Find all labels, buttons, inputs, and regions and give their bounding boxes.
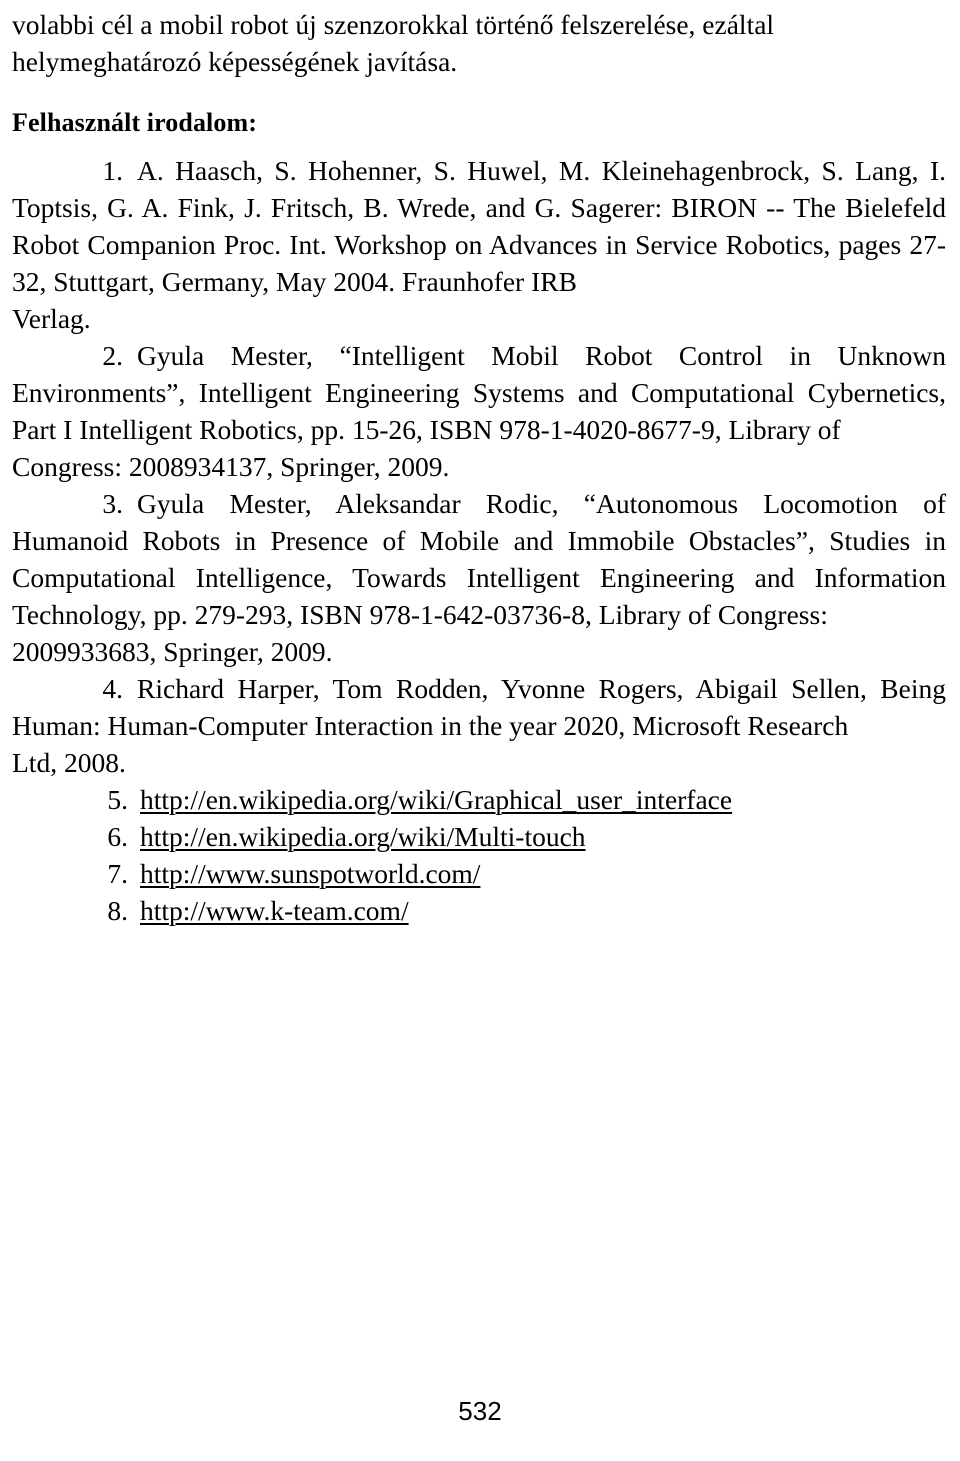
reference-item-6: 6. http://en.wikipedia.org/wiki/Multi-tou… [12,818,946,855]
reference-text: Richard Harper, Tom Rodden, Yvonne Roger… [12,673,946,741]
reference-item-2: 2. Gyula Mester, “Intelligent Mobil Robot… [12,337,946,485]
reference-number: 4. [102,673,123,704]
reference-number: 6. [107,821,128,852]
reference-item-8: 8. http://www.k-team.com/ [12,892,946,929]
reference-link[interactable]: http://www.k-team.com/ [140,895,409,926]
reference-number: 8. [107,895,128,926]
reference-text: Gyula Mester, Aleksandar Rodic, “Autonom… [12,488,946,630]
reference-text-last-line: Congress: 2008934137, Springer, 2009. [12,451,450,482]
page-body: volabbi cél a mobil robot új szenzorokka… [12,0,946,929]
page-number: 532 [458,1396,502,1426]
reference-text-last-line: Ltd, 2008. [12,747,126,778]
reference-number: 2. [102,340,123,371]
reference-text-last-line: 2009933683, Springer, 2009. [12,636,333,667]
reference-number: 1. [102,155,123,186]
intro-paragraph-line-1: volabbi cél a mobil robot új szenzorokka… [12,9,775,40]
reference-text-last-line: Verlag. [12,303,91,334]
reference-link[interactable]: http://en.wikipedia.org/wiki/Graphical_u… [140,784,732,815]
reference-item-7: 7. http://www.sunspotworld.com/ [12,855,946,892]
reference-item-3: 3. Gyula Mester, Aleksandar Rodic, “Auton… [12,485,946,670]
document-page: volabbi cél a mobil robot új szenzorokka… [0,0,960,1461]
reference-item-5: 5. http://en.wikipedia.org/wiki/Graphical… [12,781,946,818]
reference-item-4: 4. Richard Harper, Tom Rodden, Yvonne Rog… [12,670,946,781]
references-heading: Felhasznált irodalom: [12,108,257,137]
reference-link[interactable]: http://www.sunspotworld.com/ [140,858,480,889]
reference-number: 5. [107,784,128,815]
intro-paragraph: volabbi cél a mobil robot új szenzorokka… [12,0,946,80]
reference-text: Gyula Mester, “Intelligent Mobil Robot C… [12,340,946,445]
reference-list: 1. A. Haasch, S. Hohenner, S. Huwel, M. K… [12,142,946,929]
intro-paragraph-line-2: helymeghatározó képességének javítása. [12,46,458,77]
reference-text: A. Haasch, S. Hohenner, S. Huwel, M. Kle… [12,155,946,297]
reference-link[interactable]: http://en.wikipedia.org/wiki/Multi-touch [140,821,586,852]
reference-item-1: 1. A. Haasch, S. Hohenner, S. Huwel, M. K… [12,152,946,337]
reference-number: 3. [102,488,123,519]
reference-number: 7. [107,858,128,889]
